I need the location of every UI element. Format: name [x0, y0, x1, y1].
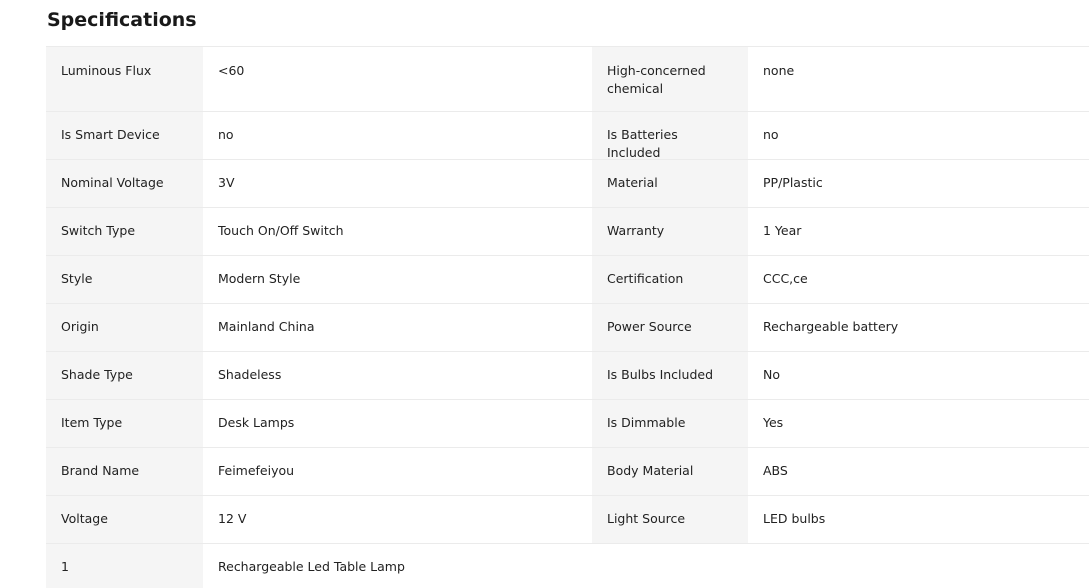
spec-row: Origin Mainland China Power Source Recha… — [46, 304, 1089, 352]
spec-key: Voltage — [46, 496, 203, 543]
spec-value: no — [748, 112, 1089, 159]
spec-value: Touch On/Off Switch — [203, 208, 592, 255]
spec-key: Item Type — [46, 400, 203, 447]
spec-key: Certification — [592, 256, 748, 303]
spec-value: 1 Year — [748, 208, 1089, 255]
spec-key: Is Dimmable — [592, 400, 748, 447]
spec-key: Style — [46, 256, 203, 303]
spec-value: 12 V — [203, 496, 592, 543]
spec-key: Light Source — [592, 496, 748, 543]
spec-row: Nominal Voltage 3V Material PP/Plastic — [46, 160, 1089, 208]
spec-value: Mainland China — [203, 304, 592, 351]
specifications-table: Luminous Flux <60 High-concerned chemica… — [46, 46, 1089, 588]
spec-value: No — [748, 352, 1089, 399]
spec-value: Feimefeiyou — [203, 448, 592, 495]
spec-key: Origin — [46, 304, 203, 351]
spec-value: CCC,ce — [748, 256, 1089, 303]
specifications-page: Specifications Luminous Flux <60 High-co… — [0, 0, 1089, 588]
spec-row: Style Modern Style Certification CCC,ce — [46, 256, 1089, 304]
spec-key: High-concerned chemical — [592, 47, 748, 111]
spec-key: Luminous Flux — [46, 47, 203, 111]
section-title: Specifications — [47, 9, 197, 31]
spec-key: Brand Name — [46, 448, 203, 495]
spec-row: Luminous Flux <60 High-concerned chemica… — [46, 47, 1089, 112]
spec-row: Is Smart Device no Is Batteries Included… — [46, 112, 1089, 160]
spec-value: 3V — [203, 160, 592, 207]
spec-row: Brand Name Feimefeiyou Body Material ABS — [46, 448, 1089, 496]
spec-value: Rechargeable Led Table Lamp — [203, 544, 1089, 588]
spec-value: none — [748, 47, 1089, 111]
spec-value: no — [203, 112, 592, 159]
spec-value: Modern Style — [203, 256, 592, 303]
spec-value: Yes — [748, 400, 1089, 447]
spec-value: ABS — [748, 448, 1089, 495]
spec-row: Voltage 12 V Light Source LED bulbs — [46, 496, 1089, 544]
spec-key: Switch Type — [46, 208, 203, 255]
spec-value: PP/Plastic — [748, 160, 1089, 207]
spec-key: Is Batteries Included — [592, 112, 748, 160]
spec-key: Power Source — [592, 304, 748, 351]
spec-key: Is Bulbs Included — [592, 352, 748, 399]
spec-key: Material — [592, 160, 748, 207]
spec-key: Body Material — [592, 448, 748, 495]
spec-value: Shadeless — [203, 352, 592, 399]
spec-row: Switch Type Touch On/Off Switch Warranty… — [46, 208, 1089, 256]
spec-value: Desk Lamps — [203, 400, 592, 447]
spec-row: Shade Type Shadeless Is Bulbs Included N… — [46, 352, 1089, 400]
spec-key: Warranty — [592, 208, 748, 255]
spec-value: LED bulbs — [748, 496, 1089, 543]
spec-value: <60 — [203, 47, 592, 111]
spec-value: Rechargeable battery — [748, 304, 1089, 351]
spec-row: 1 Rechargeable Led Table Lamp — [46, 544, 1089, 588]
spec-key: Is Smart Device — [46, 112, 203, 159]
spec-row: Item Type Desk Lamps Is Dimmable Yes — [46, 400, 1089, 448]
spec-key: Nominal Voltage — [46, 160, 203, 207]
spec-key: Shade Type — [46, 352, 203, 399]
spec-key: 1 — [46, 544, 203, 588]
